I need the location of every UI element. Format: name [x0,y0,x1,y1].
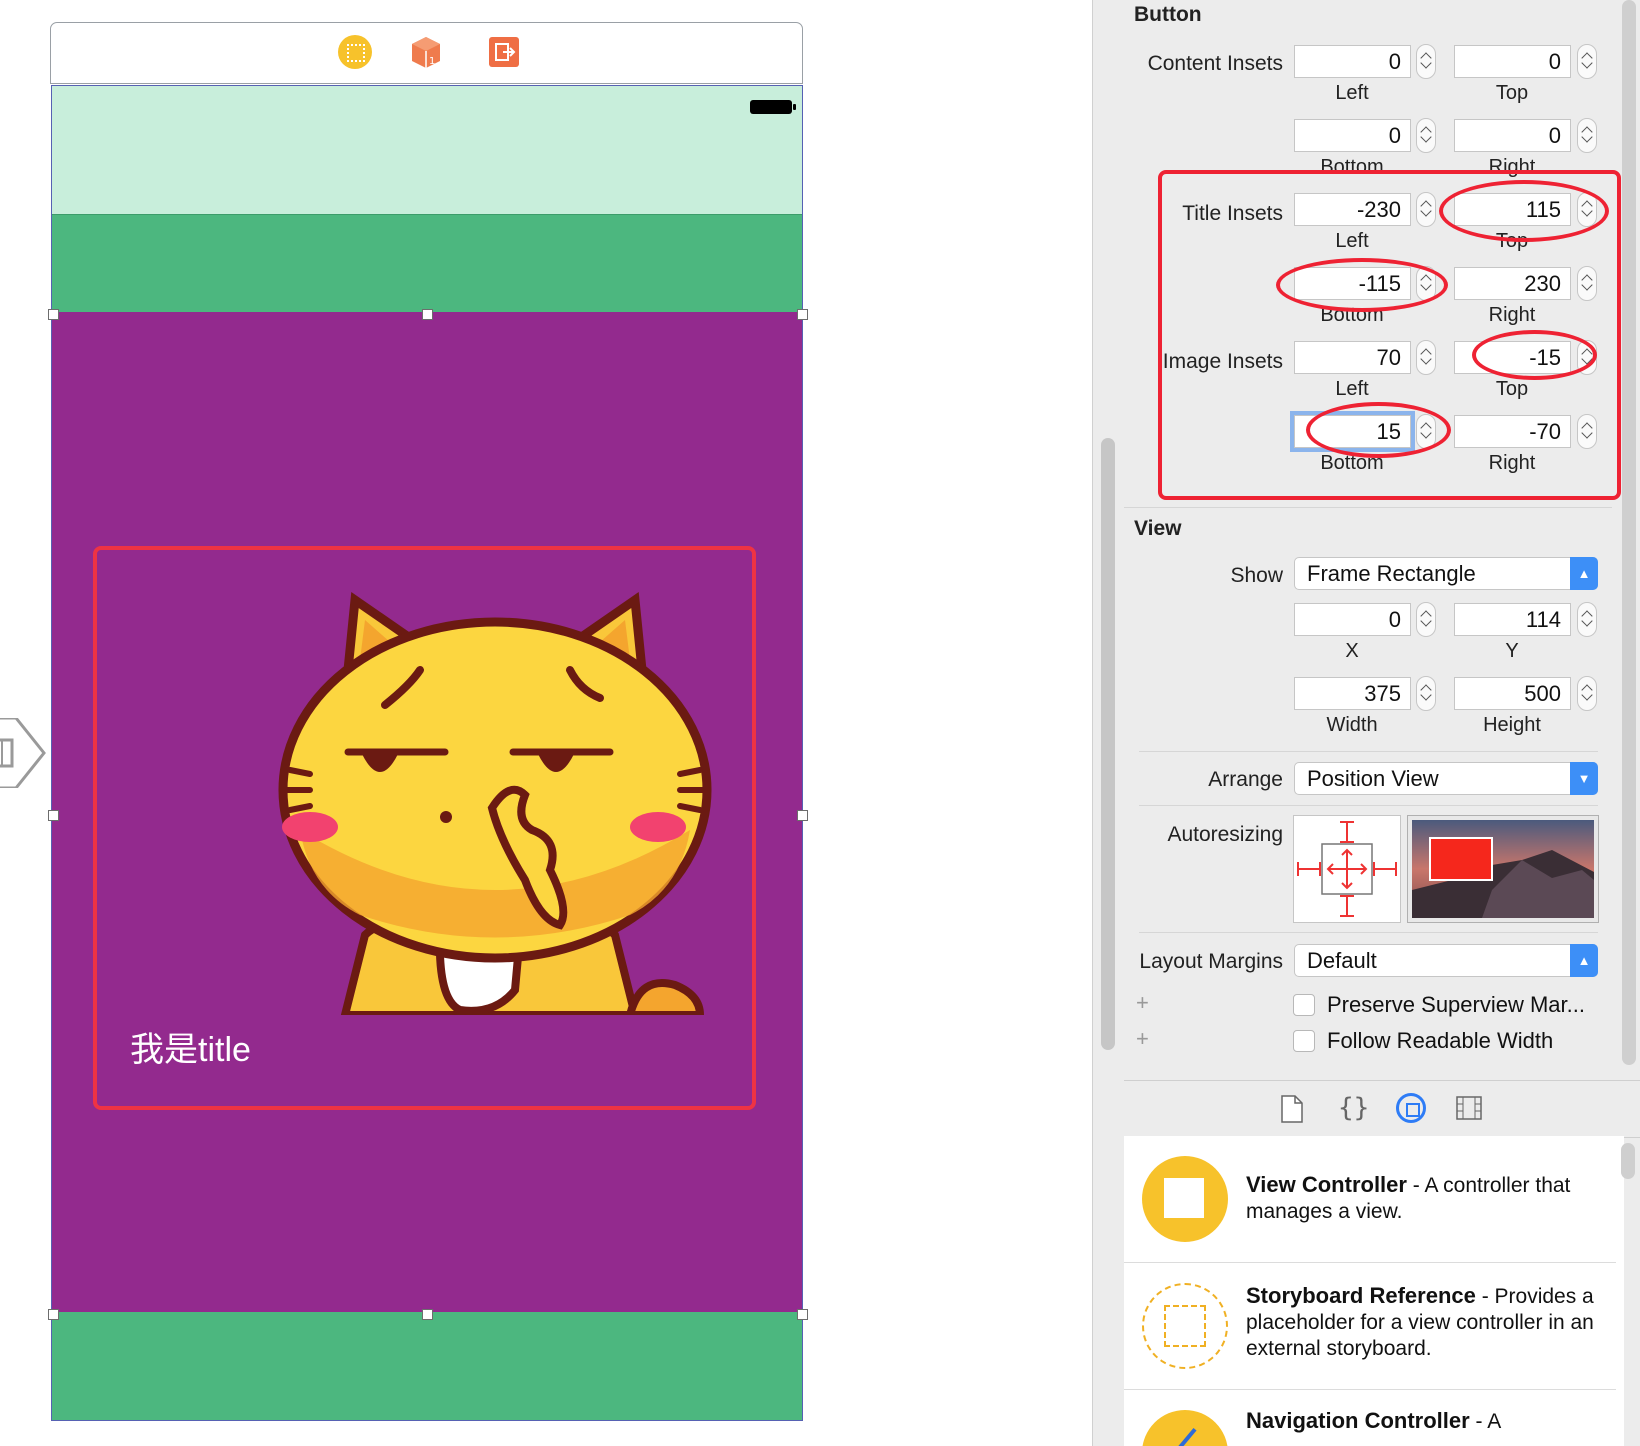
caption-top: Top [1495,82,1529,104]
frame-width-field[interactable]: 375 [1294,677,1411,710]
exit-icon[interactable] [489,37,519,67]
show-popup[interactable]: Frame Rectangle ▲ [1294,557,1598,590]
content-insets-right-field[interactable]: 0 [1454,119,1571,152]
library-item[interactable]: Storyboard Reference - Provides a placeh… [1124,1263,1616,1390]
follow-readable-width-label: Follow Readable Width [1327,1028,1554,1053]
caption-x: X [1345,640,1359,662]
chevron-updown-icon: ▲ [1570,557,1598,590]
resize-handle[interactable] [797,309,808,320]
section-divider [1139,751,1598,752]
content-insets-bottom-stepper[interactable] [1416,118,1436,153]
frame-x-stepper[interactable] [1416,602,1436,637]
resize-handle[interactable] [797,1309,808,1320]
show-label: Show [1230,564,1283,587]
view-section-title: View [1134,517,1182,540]
right-scrollbar[interactable] [1622,0,1636,1065]
resize-handle[interactable] [48,1309,59,1320]
section-divider [1124,507,1612,508]
arrange-popup-value: Position View [1307,766,1439,791]
content-insets-top-field[interactable]: 0 [1454,45,1571,78]
frame-y-stepper[interactable] [1577,602,1597,637]
initial-view-controller-arrow-icon[interactable] [0,716,46,790]
first-responder-icon[interactable]: 1 [410,35,442,69]
cat-image [270,590,730,1019]
library-item[interactable]: Navigation Controller - A [1124,1390,1616,1446]
autoresizing-preview [1407,815,1599,923]
caption-height: Height [1483,714,1541,736]
arrange-label: Arrange [1208,768,1283,791]
layout-margins-popup-value: Default [1307,948,1377,973]
layout-margins-label: Layout Margins [1139,950,1283,973]
resize-handle[interactable] [797,810,808,821]
inspector-scrollbar[interactable] [1101,438,1115,1050]
library-item-desc: - A [1469,1410,1502,1433]
show-popup-value: Frame Rectangle [1307,561,1476,586]
frame-height-stepper[interactable] [1577,676,1597,711]
button-section-title: Button [1134,3,1202,26]
chevron-updown-icon: ▲ [1570,944,1598,977]
storyboard-reference-icon [1142,1283,1228,1369]
file-template-icon[interactable] [1280,1095,1304,1128]
content-insets-right-stepper[interactable] [1577,118,1597,153]
annotation-oval [1276,258,1448,312]
library-tab-bar [1124,1080,1640,1138]
resize-handle[interactable] [422,309,433,320]
bottom-green-view[interactable] [52,1312,802,1420]
plus-icon[interactable]: + [1136,1026,1149,1052]
caption-width: Width [1326,714,1378,736]
section-divider [1139,932,1598,933]
resize-handle[interactable] [48,810,59,821]
object-library-icon[interactable] [1396,1093,1426,1123]
resize-handle[interactable] [422,1309,433,1320]
chevron-down-icon: ▼ [1570,762,1598,795]
plus-icon[interactable]: + [1136,990,1149,1016]
status-bar-area [52,86,802,214]
content-insets-bottom-field[interactable]: 0 [1294,119,1411,152]
button-title-label: 我是title [130,1031,251,1069]
frame-y-field[interactable]: 114 [1454,603,1571,636]
view-controller-icon [1142,1156,1228,1242]
library-item[interactable]: View Controller - A controller that mana… [1124,1136,1616,1263]
library-item-name: View Controller [1246,1172,1407,1197]
caption-y: Y [1505,640,1519,662]
section-divider [1139,805,1598,806]
battery-icon [750,100,796,114]
content-insets-left-stepper[interactable] [1416,44,1436,79]
annotation-oval [1472,330,1597,380]
caption-left: Left [1335,82,1369,104]
object-library-list: View Controller - A controller that mana… [1124,1136,1624,1446]
code-snippet-icon[interactable]: {} [1338,1093,1369,1123]
library-item-name: Storyboard Reference [1246,1283,1476,1308]
library-item-name: Navigation Controller [1246,1408,1470,1433]
frame-x-field[interactable]: 0 [1294,603,1411,636]
layout-margins-popup[interactable]: Default ▲ [1294,944,1598,977]
top-green-view[interactable] [52,214,802,313]
resize-handle[interactable] [48,309,59,320]
preserve-superview-margins-checkbox[interactable] [1293,994,1315,1016]
follow-readable-width-checkbox[interactable] [1293,1030,1315,1052]
annotation-oval [1439,180,1609,242]
view-controller-icon[interactable] [338,35,372,69]
content-insets-label: Content Insets [1147,52,1283,75]
frame-height-field[interactable]: 500 [1454,677,1571,710]
preserve-superview-margins-label: Preserve Superview Mar... [1327,992,1585,1017]
annotation-oval [1306,402,1451,458]
arrange-popup[interactable]: Position View ▼ [1294,762,1598,795]
frame-width-stepper[interactable] [1416,676,1436,711]
library-scrollbar[interactable] [1621,1143,1635,1179]
svg-text:1: 1 [429,56,435,67]
autoresizing-label: Autoresizing [1167,823,1283,846]
content-insets-top-stepper[interactable] [1577,44,1597,79]
content-insets-left-field[interactable]: 0 [1294,45,1411,78]
scene-dock: 1 [50,22,803,84]
navigation-controller-icon [1142,1410,1228,1446]
autoresizing-mask-control[interactable] [1293,815,1401,923]
media-library-icon[interactable] [1456,1096,1482,1125]
